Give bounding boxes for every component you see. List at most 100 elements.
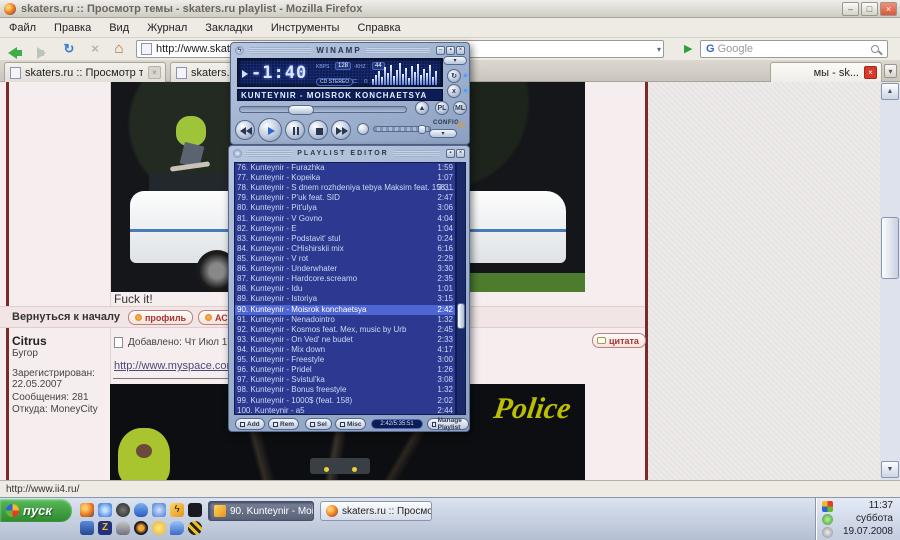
next-button[interactable] [331, 120, 351, 140]
tab-3-active[interactable]: мы - sk... × [770, 62, 882, 82]
media-library-button[interactable]: ML [453, 101, 467, 115]
playlist-close-button[interactable]: × [456, 149, 465, 158]
browser-scrollbar[interactable]: ▲ ▼ [880, 82, 900, 480]
tab-list-button[interactable]: ▾ [884, 64, 897, 78]
tray-clock-icon[interactable] [822, 527, 833, 538]
tab-1[interactable]: skaters.ru :: Просмотр темы - халяв... × [4, 62, 166, 82]
play-button[interactable] [258, 118, 282, 142]
go-button[interactable]: ▶ [684, 42, 692, 55]
playlist-shade-button[interactable]: ▪ [446, 149, 455, 158]
playlist-track-row[interactable]: 90. Kunteynir - Moisrok konchaetsya 2:42 [235, 305, 455, 315]
menu-item[interactable]: Инструменты [262, 20, 349, 36]
headset-icon[interactable] [116, 503, 130, 517]
eject-button[interactable]: ▲ [415, 101, 429, 115]
seek-bar[interactable] [239, 106, 407, 113]
back-to-top-link[interactable]: Вернуться к началу [12, 311, 120, 323]
menu-item[interactable]: Файл [0, 20, 45, 36]
taskbar-winamp-task[interactable]: 90. Kunteynir - Moisr... [208, 501, 314, 521]
winamp-main-window[interactable]: ϟ WINAMP – ▪ × -1:40 KBPS 128 -KHZ 44 CD… [230, 42, 470, 145]
smiley-icon[interactable] [152, 521, 166, 535]
playlist-track-row[interactable]: 99. Kunteynir - 1000$ (feat. 158) 2:02 [235, 396, 455, 406]
playlist-scrollbar[interactable] [456, 162, 466, 415]
playlist-track-row[interactable]: 82. Kunteynir - E 1:04 [235, 224, 455, 234]
playlist-add-button[interactable]: Add [235, 418, 265, 430]
menu-item[interactable]: Вид [100, 20, 138, 36]
myspace-link[interactable]: http://www.myspace.com [114, 360, 236, 372]
playlist-track-row[interactable]: 94. Kunteynir - Mix down 4:17 [235, 345, 455, 355]
playlist-track-row[interactable]: 92. Kunteynir - Kosmos feat. Mex, music … [235, 325, 455, 335]
playlist-track-row[interactable]: 79. Kunteynir - P'uk feat. SID 2:47 [235, 193, 455, 203]
playlist-track-row[interactable]: 91. Kunteynir - Nenadointro 1:32 [235, 315, 455, 325]
winamp-minimize-button[interactable]: – [436, 46, 445, 55]
black-player-icon[interactable] [188, 503, 202, 517]
tab-close-icon[interactable]: × [864, 66, 877, 79]
quote-button[interactable]: цитата [592, 333, 646, 348]
menu-item[interactable]: Правка [45, 20, 100, 36]
playlist-track-row[interactable]: 97. Kunteynir - Svistul'ka 3:08 [235, 375, 455, 385]
playlist-track-row[interactable]: 77. Kunteynir - Kopeika 1:07 [235, 173, 455, 183]
playlist-track-row[interactable]: 88. Kunteynir - Idu 1:01 [235, 284, 455, 294]
seek-thumb[interactable] [288, 105, 314, 115]
volume-thumb[interactable] [418, 125, 426, 134]
playlist-toggle-button[interactable]: PL [435, 101, 449, 115]
playlist-track-row[interactable]: 100. Kunteynir - a5 2:44 [235, 406, 455, 415]
playlist-track-row[interactable]: 84. Kunteynir - CHishirskii mix 6:16 [235, 244, 455, 254]
post-author[interactable]: Citrus [12, 334, 47, 348]
tray-msn-icon[interactable] [822, 501, 833, 512]
tray-status-icon[interactable] [822, 514, 833, 525]
winamp-quicklaunch-icon[interactable]: ϟ [170, 503, 184, 517]
maximize-button[interactable]: □ [861, 2, 878, 16]
scrollbar-thumb[interactable] [881, 217, 899, 279]
playlist-track-row[interactable]: 83. Kunteynir - Podstavit' stul 0:24 [235, 234, 455, 244]
chat-bubble-icon[interactable] [170, 521, 184, 535]
bee-icon[interactable] [188, 521, 202, 535]
person-figure-icon[interactable] [116, 521, 130, 535]
stop-button[interactable]: × [86, 40, 104, 58]
winamp-shade-button[interactable]: ▪ [446, 46, 455, 55]
playlist-rem-button[interactable]: Rem [268, 418, 299, 430]
winamp-playlist-window[interactable]: PLAYLIST EDITOR ▪ × 76. Kunteynir - Fura… [228, 145, 470, 432]
msn-globe-icon[interactable] [152, 503, 166, 517]
playlist-misc-button[interactable]: Misc [335, 418, 366, 430]
playlist-track-row[interactable]: 95. Kunteynir - Freestyle 3:00 [235, 355, 455, 365]
media-player-icon[interactable] [134, 521, 148, 535]
back-button[interactable] [4, 40, 22, 58]
winamp-close-button[interactable]: × [456, 46, 465, 55]
reload-button[interactable]: ↻ [60, 40, 78, 58]
stop-playback-button[interactable] [308, 120, 328, 140]
home-button[interactable]: ⌂ [110, 40, 128, 58]
pause-button[interactable] [285, 120, 305, 140]
menu-item[interactable]: Закладки [196, 20, 262, 36]
globe-icon[interactable] [98, 503, 112, 517]
repeat-button[interactable]: ↻ [447, 69, 461, 83]
config-button[interactable]: ▾ [429, 129, 457, 138]
playlist-track-row[interactable]: 89. Kunteynir - Istoriya 3:15 [235, 294, 455, 304]
playlist-track-row[interactable]: 85. Kunteynir - V rot 2:29 [235, 254, 455, 264]
scroll-down-icon[interactable]: ▼ [881, 461, 899, 478]
minimize-button[interactable]: – [842, 2, 859, 16]
playlist-track-row[interactable]: 78. Kunteynir - S dnem rozhdeniya tebya … [235, 183, 455, 193]
menu-item[interactable]: Журнал [138, 20, 196, 36]
playlist-track-row[interactable]: 98. Kunteynir - Bonus freestyle 1:32 [235, 385, 455, 395]
manage-playlist-button[interactable]: Manage Playlist [427, 418, 469, 430]
flashget-icon[interactable]: Z [98, 521, 112, 535]
winamp-titlebar[interactable]: ϟ WINAMP – ▪ × [233, 45, 467, 56]
taskbar-firefox-task[interactable]: skaters.ru :: Просмо... [320, 501, 432, 521]
search-icon[interactable] [871, 45, 879, 53]
profile-button[interactable]: профиль [128, 310, 193, 325]
mute-knob[interactable] [357, 123, 369, 135]
playlist-track-row[interactable]: 81. Kunteynir - V Govno 4:04 [235, 214, 455, 224]
playlist-track-row[interactable]: 76. Kunteynir - Furazhka 1:59 [235, 163, 455, 173]
start-button[interactable]: пуск [0, 499, 72, 522]
url-dropdown-icon[interactable]: ▾ [657, 45, 661, 54]
playlist-scrollbar-thumb[interactable] [457, 303, 465, 329]
tab-close-icon[interactable]: × [148, 66, 161, 79]
playlist-track-row[interactable]: 96. Kunteynir - Pridel 1:26 [235, 365, 455, 375]
playlist-track-row[interactable]: 80. Kunteynir - Pit'ulya 3:06 [235, 203, 455, 213]
playlist-track-row[interactable]: 87. Kunteynir - Hardcore.screamo 2:35 [235, 274, 455, 284]
previous-button[interactable] [235, 120, 255, 140]
playlist-track-row[interactable]: 93. Kunteynir - On Ved' ne budet 2:33 [235, 335, 455, 345]
close-button[interactable]: × [880, 2, 897, 16]
scroll-up-icon[interactable]: ▲ [881, 83, 899, 100]
winamp-display[interactable]: -1:40 KBPS 128 -KHZ 44 CD STEREO ⊏ ი [237, 58, 443, 87]
